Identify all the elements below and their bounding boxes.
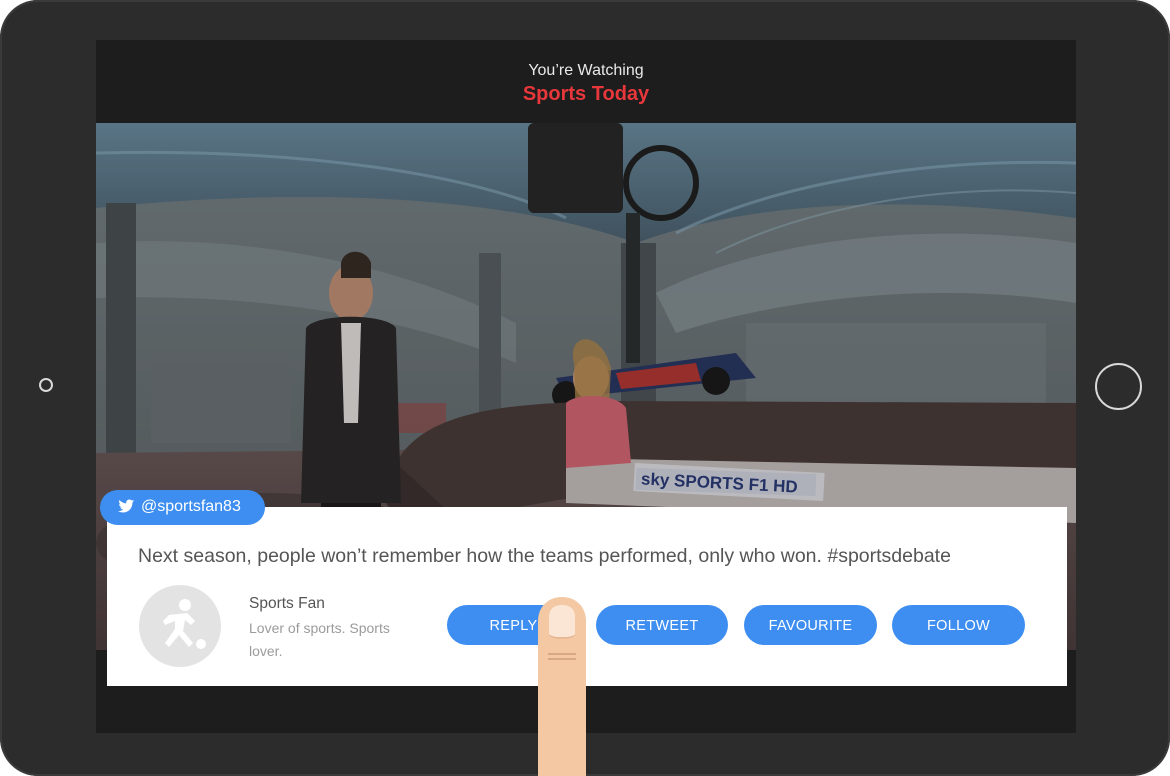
footballer-silhouette-icon [163,599,206,649]
tweet-card: Next season, people won’t remember how t… [107,507,1067,686]
user-bio: Lover of sports. Sports lover. [249,620,390,659]
user-name: Sports Fan [249,595,325,612]
twitter-handle: @sportsfan83 [141,498,241,515]
tablet-device: You’re Watching Sports Today sky SPORTS … [0,0,1170,776]
avatar[interactable] [139,585,221,667]
finger-pointer [538,597,586,776]
favourite-button[interactable]: FAVOURITE [744,605,877,645]
show-title: Sports Today [522,83,650,105]
home-button[interactable] [1095,363,1142,410]
camera-icon [39,378,53,392]
tweet-text: Next season, people won’t remember how t… [138,545,951,567]
now-playing-header: You’re Watching Sports Today [96,40,1076,123]
watching-label: You’re Watching [528,62,644,79]
retweet-button[interactable]: RETWEET [596,605,728,645]
follow-button[interactable]: FOLLOW [892,605,1025,645]
twitter-handle-badge[interactable]: @sportsfan83 [100,490,265,525]
screen: You’re Watching Sports Today sky SPORTS … [96,40,1076,733]
twitter-bird-icon [118,499,135,513]
